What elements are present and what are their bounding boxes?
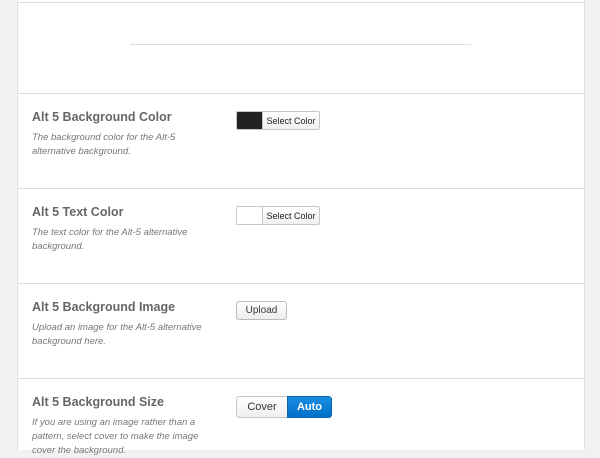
bg-color-picker[interactable]: Select Color: [236, 111, 320, 130]
option-description-bg-color: The background color for the Alt-5 alter…: [32, 132, 176, 157]
auto-option-button[interactable]: Auto: [287, 396, 332, 418]
bg-select-color-button[interactable]: Select Color: [263, 112, 319, 129]
option-title-text-color: Alt 5 Text Color: [32, 205, 124, 219]
bg-size-toggle[interactable]: Cover Auto: [236, 396, 332, 418]
panel-top-border: [18, 2, 584, 3]
row-separator: [18, 283, 584, 284]
option-title-bg-size: Alt 5 Background Size: [32, 395, 164, 409]
cover-option-button[interactable]: Cover: [236, 396, 287, 418]
option-title-bg-image: Alt 5 Background Image: [32, 300, 176, 314]
row-separator: [18, 188, 584, 189]
option-description-bg-image: Upload an image for the Alt-5 alternativ…: [32, 322, 202, 347]
section-divider: [130, 44, 471, 45]
text-select-color-button[interactable]: Select Color: [263, 207, 319, 224]
text-color-picker[interactable]: Select Color: [236, 206, 320, 225]
row-separator: [18, 378, 584, 379]
bg-color-swatch[interactable]: [237, 112, 263, 129]
settings-panel: Alt 5 Background Color The background co…: [17, 0, 585, 456]
option-title-bg-color: Alt 5 Background Color: [32, 110, 172, 124]
option-description-bg-size: If you are using an image rather than a …: [32, 417, 199, 456]
text-color-swatch[interactable]: [237, 207, 263, 224]
option-description-text-color: The text color for the Alt-5 alternative…: [32, 227, 188, 252]
row-separator: [18, 93, 584, 94]
upload-button[interactable]: Upload: [236, 301, 287, 320]
